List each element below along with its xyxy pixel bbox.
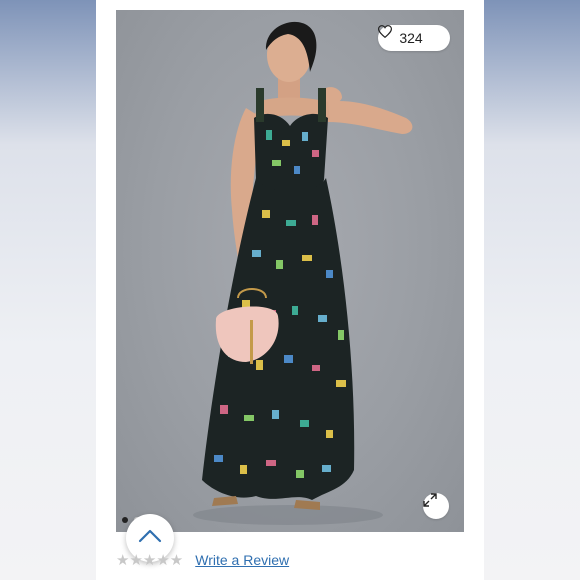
rating-stars: ★★★★★ (116, 552, 184, 569)
likes-button[interactable]: 324 (378, 25, 450, 51)
product-photo[interactable]: 324 (116, 10, 464, 532)
background-blur-left (0, 0, 96, 580)
rating-row: ★★★★★ Write a Review (116, 551, 289, 569)
model-illustration (193, 21, 413, 525)
write-review-link[interactable]: Write a Review (195, 552, 289, 568)
chevron-up-icon (138, 529, 162, 548)
product-card: 324 ★★★★★ Write a Review (96, 0, 484, 580)
carousel-dot[interactable] (122, 517, 128, 523)
expand-button[interactable] (423, 493, 449, 519)
like-count: 324 (399, 30, 423, 46)
background-blur-right (484, 0, 580, 580)
